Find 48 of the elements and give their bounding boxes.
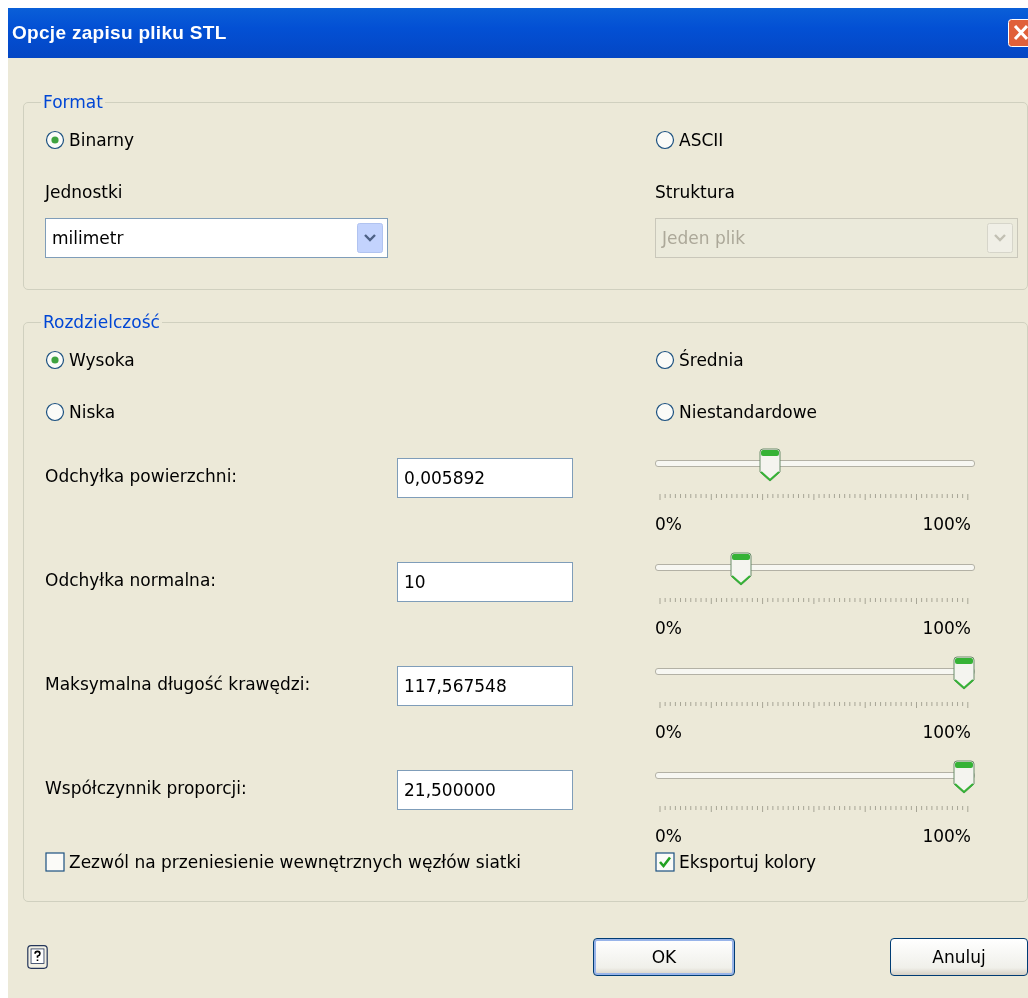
radio-option[interactable]: Średnia [655, 350, 744, 370]
field-label: Maksymalna długość krawędzi: [45, 674, 311, 694]
checkbox-icon [655, 852, 675, 872]
close-icon[interactable] [1008, 19, 1028, 47]
checkbox-option[interactable]: Eksportuj kolory [655, 852, 816, 872]
radio-option[interactable]: Niska [45, 402, 116, 422]
slider-max-label: 100% [922, 722, 971, 742]
field-label: Struktura [655, 182, 735, 202]
input-field[interactable]: 117,567548 [397, 666, 573, 706]
field-label: Jednostki [45, 182, 123, 202]
slider-max-label: 100% [922, 514, 971, 534]
field-label: Odchyłka normalna: [45, 570, 217, 590]
checkbox-icon [45, 852, 65, 872]
cancel-button[interactable]: Anuluj [890, 938, 1028, 976]
radio-icon [45, 350, 65, 370]
slider-thumb[interactable] [953, 656, 975, 690]
slider-thumb[interactable] [953, 760, 975, 794]
input-field[interactable]: 0,005892 [397, 458, 573, 498]
slider-min-label: 0% [655, 722, 682, 742]
radio-option[interactable]: Wysoka [45, 350, 135, 370]
dropdown[interactable]: milimetr [45, 218, 388, 258]
slider-thumb[interactable] [759, 448, 782, 482]
chevron-down-icon [357, 223, 383, 253]
slider-max-label: 100% [922, 826, 971, 846]
radio-icon [45, 130, 65, 150]
field-label: Współczynnik proporcji: [45, 778, 247, 798]
input-field[interactable]: 10 [397, 562, 573, 602]
slider-min-label: 0% [655, 826, 682, 846]
slider-min-label: 0% [655, 618, 682, 638]
field-label: Odchyłka powierzchni: [45, 466, 238, 486]
window-title: Opcje zapisu pliku STL [12, 22, 227, 44]
checkbox-option[interactable]: Zezwól na przeniesienie wewnętrznych węzłów siatki [45, 852, 522, 872]
chevron-down-icon [987, 223, 1013, 253]
radio-icon [655, 130, 675, 150]
radio-icon [655, 402, 675, 422]
slider-thumb[interactable] [729, 552, 752, 586]
radio-option[interactable]: Binarny [45, 130, 135, 150]
input-field[interactable]: 21,500000 [397, 770, 573, 810]
help-icon[interactable] [27, 942, 48, 972]
radio-icon [45, 402, 65, 422]
ok-button[interactable]: OK [593, 938, 735, 976]
radio-icon [655, 350, 675, 370]
group-legend: Rozdzielczość [41, 312, 162, 332]
group-legend: Format [41, 92, 105, 112]
slider-min-label: 0% [655, 514, 682, 534]
radio-option[interactable]: ASCII [655, 130, 724, 150]
slider-max-label: 100% [922, 618, 971, 638]
radio-option[interactable]: Niestandardowe [655, 402, 818, 422]
